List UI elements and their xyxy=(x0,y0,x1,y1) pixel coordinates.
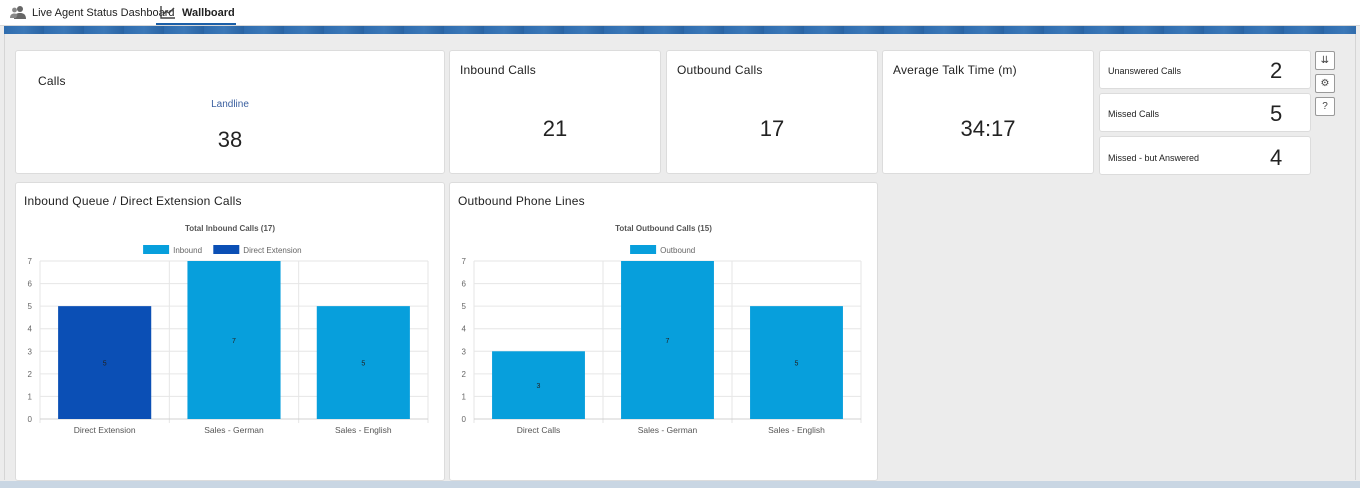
y-tick-label: 6 xyxy=(462,280,467,289)
y-tick-label: 2 xyxy=(28,370,33,379)
list-sort-button[interactable]: ⇊ xyxy=(1315,51,1335,70)
data-label: 5 xyxy=(795,361,799,368)
average-talk-time-card: Average Talk Time (m) 34:17 xyxy=(882,50,1094,174)
tab-label: Wallboard xyxy=(182,7,235,19)
x-tick-label: Direct Extension xyxy=(74,425,136,435)
users-icon xyxy=(10,5,26,22)
y-tick-label: 7 xyxy=(462,257,467,266)
missed-but-answered-label: Missed - but Answered xyxy=(1108,153,1200,163)
y-tick-label: 2 xyxy=(462,370,467,379)
outbound-bar-chart: Total Outbound Calls (15) Outbound 0 1 2 3 4 5 6… xyxy=(462,224,862,435)
legend-label: Outbound xyxy=(660,246,695,255)
data-label: 5 xyxy=(361,361,365,368)
tab-label: Live Agent Status Dashboard xyxy=(32,7,175,19)
y-tick-label: 4 xyxy=(28,325,33,334)
chart-title: Total Inbound Calls (17) xyxy=(185,224,275,233)
outbound-lines-title: Outbound Phone Lines xyxy=(458,194,585,208)
line-chart-icon xyxy=(160,5,176,22)
average-talk-time-value: 34:17 xyxy=(960,116,1016,141)
missed-but-answered-value: 4 xyxy=(1270,145,1283,170)
y-tick-label: 0 xyxy=(28,415,33,424)
outbound-lines-panel: Outbound Phone Lines Total Outbound Call… xyxy=(449,182,878,481)
y-tick-label: 3 xyxy=(462,347,467,356)
missed-but-answered-card: Missed - but Answered 4 xyxy=(1099,136,1311,175)
header-banner xyxy=(4,26,1356,34)
list-sort-icon: ⇊ xyxy=(1320,55,1330,66)
data-label: 7 xyxy=(666,338,670,345)
y-tick-label: 3 xyxy=(28,347,33,356)
y-tick-label: 5 xyxy=(28,302,33,311)
y-tick-label: 0 xyxy=(462,415,467,424)
legend-label: Direct Extension xyxy=(243,246,301,255)
legend-swatch xyxy=(143,245,170,254)
missed-calls-value: 5 xyxy=(1270,101,1283,126)
legend-label: Inbound xyxy=(173,246,202,255)
inbound-calls-card: Inbound Calls 21 xyxy=(449,50,661,174)
unanswered-calls-card: Unanswered Calls 2 xyxy=(1099,50,1311,89)
inbound-calls-title: Inbound Calls xyxy=(460,63,536,77)
outbound-calls-title: Outbound Calls xyxy=(677,63,763,77)
average-talk-time-title: Average Talk Time (m) xyxy=(893,63,1017,77)
tab-live-agent-status[interactable]: Live Agent Status Dashboard xyxy=(10,0,174,26)
y-tick-label: 6 xyxy=(28,280,33,289)
x-tick-label: Sales - German xyxy=(204,425,264,435)
y-tick-label: 1 xyxy=(462,392,467,401)
legend-swatch xyxy=(213,245,240,254)
inbound-bar-chart: Total Inbound Calls (17) Inbound Direct Ex… xyxy=(28,224,429,435)
x-tick-label: Sales - English xyxy=(335,425,392,435)
missed-calls-card: Missed Calls 5 xyxy=(1099,93,1311,132)
x-tick-label: Sales - German xyxy=(638,425,698,435)
landline-link[interactable]: Landline xyxy=(16,99,444,110)
bottom-strip xyxy=(0,481,1360,488)
data-label: 7 xyxy=(232,338,236,345)
chart-title: Total Outbound Calls (15) xyxy=(615,224,712,233)
active-tab-indicator xyxy=(156,23,236,25)
missed-calls-label: Missed Calls xyxy=(1108,109,1160,119)
gear-icon: ⚙ xyxy=(1320,78,1330,89)
x-tick-label: Direct Calls xyxy=(517,425,560,435)
inbound-queue-title: Inbound Queue / Direct Extension Calls xyxy=(24,194,242,208)
outbound-calls-card: Outbound Calls 17 xyxy=(666,50,878,174)
inbound-calls-value: 21 xyxy=(542,116,568,141)
x-tick-label: Sales - English xyxy=(768,425,825,435)
unanswered-calls-label: Unanswered Calls xyxy=(1108,66,1182,76)
legend-swatch xyxy=(630,245,657,254)
y-tick-label: 7 xyxy=(28,257,33,266)
unanswered-calls-value: 2 xyxy=(1270,58,1283,83)
help-button[interactable]: ? xyxy=(1315,97,1335,116)
data-label: 5 xyxy=(103,361,107,368)
tab-bar: Live Agent Status Dashboard Wallboard xyxy=(0,0,1360,26)
y-tick-label: 1 xyxy=(28,392,33,401)
inbound-queue-panel: Inbound Queue / Direct Extension Calls T… xyxy=(15,182,445,481)
data-label: 3 xyxy=(537,383,541,390)
calls-title: Calls xyxy=(38,74,66,88)
settings-button[interactable]: ⚙ xyxy=(1315,74,1335,93)
calls-card: Calls Landline 38 xyxy=(15,50,445,174)
y-tick-label: 5 xyxy=(462,302,467,311)
help-icon: ? xyxy=(1322,101,1328,112)
calls-value: 38 xyxy=(217,127,243,152)
y-tick-label: 4 xyxy=(462,325,467,334)
outbound-calls-value: 17 xyxy=(759,116,785,141)
